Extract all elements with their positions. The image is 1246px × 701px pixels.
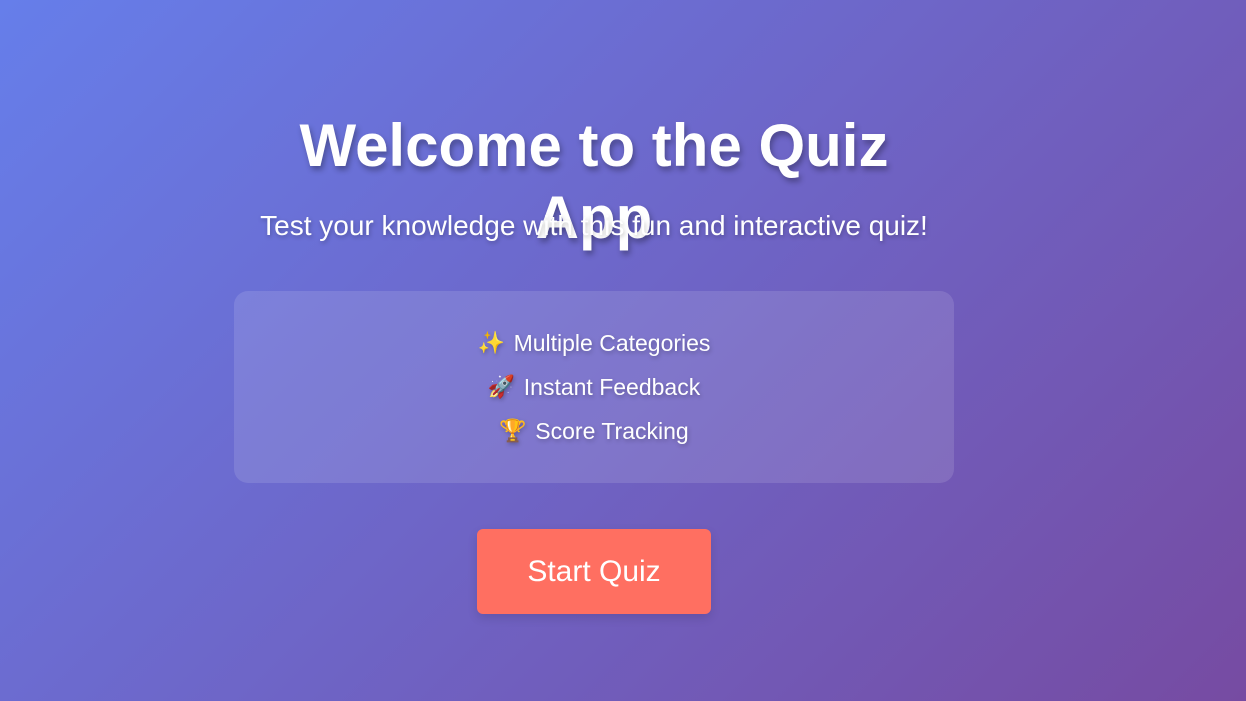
- feature-multiple-categories: ✨ Multiple Categories: [478, 321, 711, 365]
- features-panel: ✨ Multiple Categories 🚀 Instant Feedback…: [234, 291, 954, 483]
- start-quiz-button[interactable]: Start Quiz: [477, 529, 711, 614]
- page-subtitle: Test your knowledge with this fun and in…: [260, 210, 928, 241]
- sparkles-icon: ✨: [477, 330, 505, 355]
- rocket-icon: 🚀: [487, 374, 516, 399]
- feature-label: Score Tracking: [535, 418, 689, 444]
- feature-instant-feedback: 🚀 Instant Feedback: [488, 365, 700, 409]
- feature-label: Instant Feedback: [523, 374, 701, 400]
- feature-label: Multiple Categories: [513, 330, 711, 356]
- feature-score-tracking: 🏆 Score Tracking: [499, 409, 688, 453]
- welcome-screen: Welcome to the Quiz App Test your knowle…: [234, 0, 954, 701]
- trophy-icon: 🏆: [499, 418, 527, 443]
